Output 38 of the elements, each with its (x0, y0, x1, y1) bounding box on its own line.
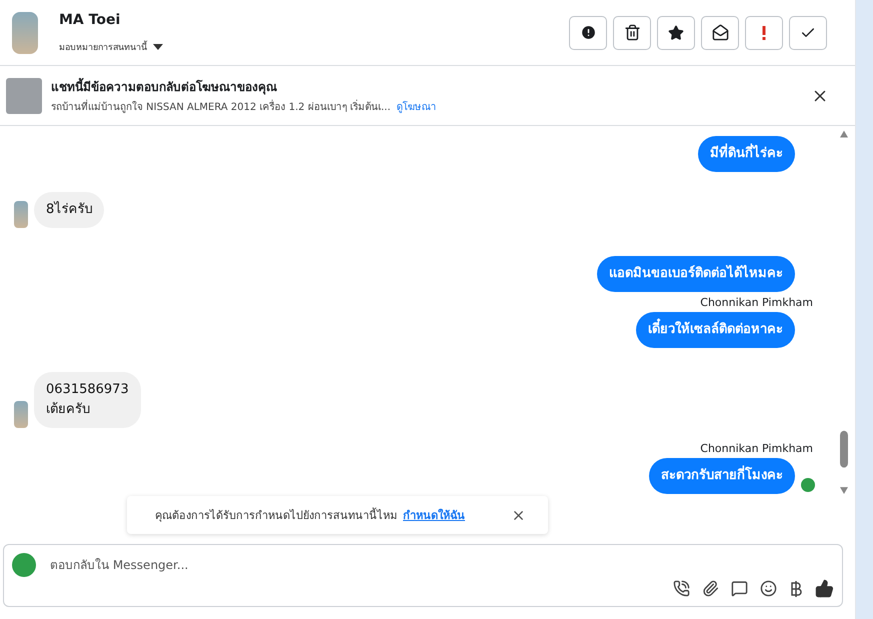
smiley-icon (760, 580, 777, 597)
ad-description: รถบ้านที่แม่บ้านถูกใจ NISSAN ALMERA 2012 เครื่อง 1.2 ผ่อนเบาๆ เริ่มต้นเ... (51, 99, 391, 114)
star-icon (668, 24, 684, 41)
thumbs-up-icon[interactable] (815, 579, 834, 598)
sender-name: Chonnikan Pimkham (700, 442, 813, 456)
exclamation-button[interactable] (745, 16, 783, 50)
message-bubble: สะดวกรับสายกี่โมงคะ (649, 458, 795, 494)
assign-label[interactable]: มอบหมายการสนทนานี้ (59, 40, 147, 54)
message-bubble: มีที่ดินกี่ไร่คะ (698, 136, 795, 172)
assign-me-link[interactable]: กำหนดให้ฉัน (403, 506, 465, 524)
exclamation-icon (762, 26, 766, 40)
speech-bubble-icon (731, 580, 748, 597)
baht-icon[interactable] (789, 580, 803, 598)
ad-reply-title: แชทนี้มีข้อความตอบกลับต่อโฆษณาของคุณ (51, 77, 811, 96)
message-bubble: แอดมินขอเบอร์ติดต่อได้ไหมคะ (597, 256, 795, 292)
envelope-button[interactable] (701, 16, 739, 50)
view-ad-link[interactable]: ดูโฆษณา (396, 99, 437, 114)
sender-name: Chonnikan Pimkham (700, 296, 813, 310)
star-button[interactable] (657, 16, 695, 50)
paperclip-icon (702, 580, 719, 597)
page-avatar (12, 553, 36, 578)
avatar-photo (14, 401, 28, 428)
check-button[interactable] (789, 16, 827, 50)
avatar-photo (14, 201, 28, 228)
alert-button[interactable] (569, 16, 607, 50)
toast-message: คุณต้องการได้รับการกำหนดไปยังการสนทนานี้ไหม (155, 506, 397, 524)
avatar-photo (12, 12, 38, 54)
message-bubble: 0631586973 เต้ยครับ (34, 372, 141, 428)
delete-button[interactable] (613, 16, 651, 50)
message-bubble: 8ไร่ครับ (34, 192, 104, 228)
envelope-icon (712, 24, 728, 42)
contact-name: MA Toei (59, 12, 122, 28)
car-photo-placeholder (6, 78, 42, 114)
phone-plus-icon (673, 580, 690, 597)
alert-icon (580, 24, 596, 42)
trash-icon (624, 24, 640, 42)
message-bubble: เดี๋ยวให้เซลล์ติดต่อหาคะ (636, 312, 795, 348)
caret-icon[interactable] (153, 44, 163, 50)
